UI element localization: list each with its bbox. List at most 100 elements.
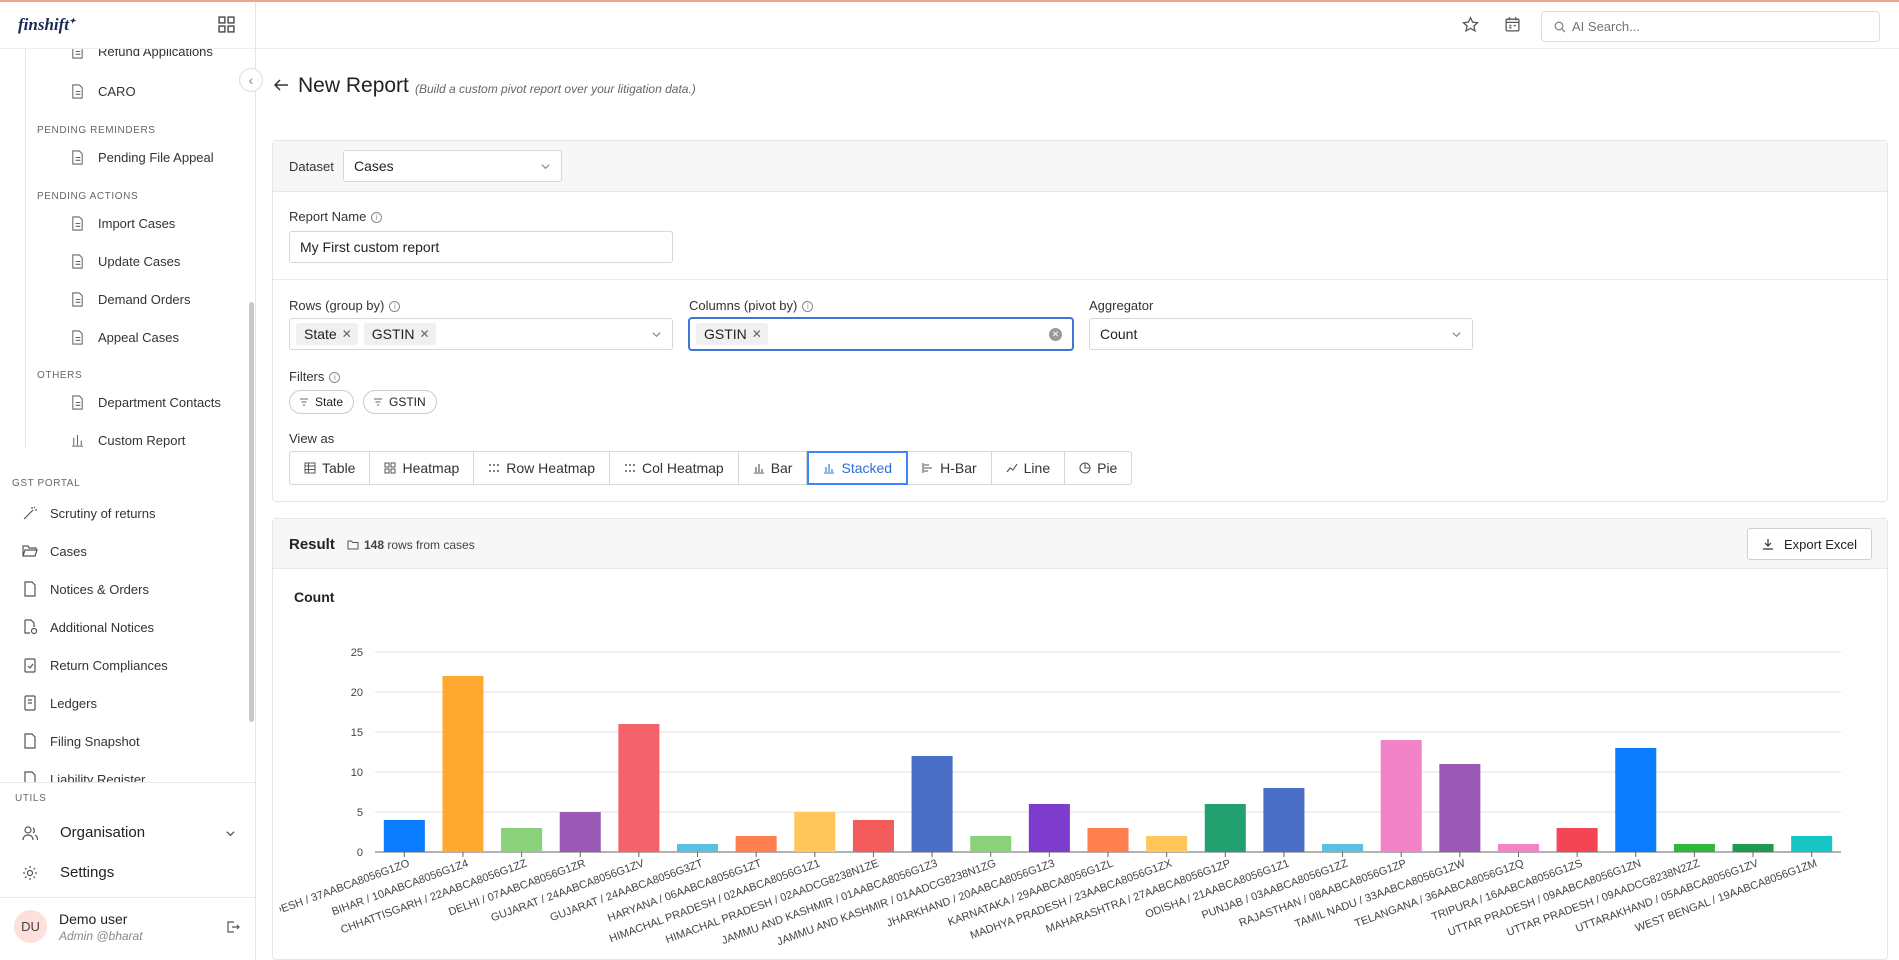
view-as-toggle-group: Table Heatmap Row Heatmap Col Heatmap Ba… bbox=[289, 451, 1133, 485]
sidebar-item-custom-report[interactable]: Custom Report bbox=[70, 433, 185, 448]
clear-icon[interactable]: ✕ bbox=[1049, 328, 1062, 341]
column-tag-gstin[interactable]: GSTIN ✕ bbox=[696, 323, 768, 345]
row-count-suffix: rows from cases bbox=[387, 538, 475, 552]
chart-bar bbox=[1497, 844, 1540, 852]
chart-bar bbox=[1732, 844, 1774, 852]
report-name-input[interactable]: My First custom report bbox=[289, 231, 673, 263]
remove-icon[interactable]: ✕ bbox=[752, 327, 762, 341]
bar-chart-icon bbox=[753, 464, 764, 474]
document-icon bbox=[72, 292, 83, 307]
document-icon bbox=[24, 733, 36, 749]
apps-grid-icon[interactable] bbox=[218, 16, 235, 33]
sidebar-item-label: CARO bbox=[98, 84, 136, 99]
document-icon bbox=[72, 49, 83, 59]
search-input[interactable] bbox=[1572, 19, 1862, 34]
sidebar-item-appeal-cases[interactable]: Appeal Cases bbox=[70, 330, 179, 345]
sidebar-item-label: Ledgers bbox=[50, 695, 97, 711]
view-heatmap-button[interactable]: Heatmap bbox=[370, 451, 475, 485]
info-icon: i bbox=[371, 212, 383, 223]
remove-icon[interactable]: ✕ bbox=[420, 327, 430, 341]
chart-bar bbox=[1263, 788, 1305, 852]
aggregator-select[interactable]: Count bbox=[1089, 318, 1473, 350]
sidebar-item-import-cases[interactable]: Import Cases bbox=[70, 216, 175, 231]
view-line-button[interactable]: Line bbox=[991, 451, 1066, 485]
result-title: Result bbox=[289, 536, 335, 553]
aggregator-label: Aggregator bbox=[1089, 298, 1154, 313]
remove-icon[interactable]: ✕ bbox=[342, 327, 352, 341]
sidebar-item-label: Additional Notices bbox=[50, 619, 155, 635]
folder-icon bbox=[347, 540, 359, 550]
sidebar-scrollbar[interactable] bbox=[249, 302, 254, 722]
pie-chart-icon bbox=[1079, 462, 1091, 474]
view-stacked-button[interactable]: Stacked bbox=[807, 451, 909, 485]
filter-chip-state[interactable]: State bbox=[289, 390, 355, 414]
document-icon bbox=[24, 581, 36, 597]
sidebar-item-cases[interactable]: Cases bbox=[22, 543, 87, 559]
sidebar-item-pending-file-appeal[interactable]: Pending File Appeal bbox=[70, 150, 214, 165]
chart-title: Count bbox=[294, 589, 335, 605]
view-hbar-button[interactable]: H-Bar bbox=[908, 451, 992, 485]
sidebar-item-department-contacts[interactable]: Department Contacts bbox=[70, 395, 221, 410]
view-pie-button[interactable]: Pie bbox=[1065, 451, 1133, 485]
document-icon bbox=[72, 254, 83, 269]
org-icon bbox=[22, 825, 38, 840]
row-tag-state[interactable]: State ✕ bbox=[296, 323, 358, 345]
info-icon: i bbox=[802, 301, 814, 312]
chart-bar bbox=[735, 836, 777, 852]
section-pending-reminders: PENDING REMINDERS bbox=[37, 125, 156, 136]
chart-bar bbox=[618, 724, 660, 852]
search-icon bbox=[1554, 21, 1566, 32]
sidebar-item-scrutiny-of-returns[interactable]: Scrutiny of returns bbox=[22, 505, 156, 521]
chart-bar bbox=[1322, 844, 1364, 852]
sidebar-item-label: Appeal Cases bbox=[98, 330, 179, 345]
sidebar-item-label: Update Cases bbox=[98, 254, 181, 269]
ai-search-box[interactable] bbox=[1541, 11, 1880, 42]
sidebar-item-demand-orders[interactable]: Demand Orders bbox=[70, 292, 190, 307]
dataset-value: Cases bbox=[354, 158, 394, 174]
sidebar-item-label: Settings bbox=[60, 864, 115, 881]
dataset-select[interactable]: Cases bbox=[343, 150, 562, 182]
sidebar-item-label: Pending File Appeal bbox=[98, 150, 214, 165]
sidebar-item-liability-register[interactable]: Liability Register bbox=[22, 771, 145, 782]
app-logo[interactable]: finshift✦ bbox=[18, 15, 76, 35]
sidebar-item-refund-applications[interactable]: Refund Applications bbox=[70, 49, 213, 59]
sidebar-item-return-compliances[interactable]: Return Compliances bbox=[22, 657, 168, 673]
view-bar-button[interactable]: Bar bbox=[738, 451, 808, 485]
view-col-heatmap-button[interactable]: Col Heatmap bbox=[609, 451, 739, 485]
sidebar-item-ledgers[interactable]: Ledgers bbox=[22, 695, 97, 711]
y-tick-label: 5 bbox=[357, 807, 363, 819]
result-panel: Result 148 rows from cases Export Excel … bbox=[272, 518, 1888, 960]
row-tag-gstin[interactable]: GSTIN ✕ bbox=[363, 323, 436, 345]
chart-bar bbox=[794, 812, 836, 852]
view-row-heatmap-button[interactable]: Row Heatmap bbox=[474, 451, 610, 485]
ledger-icon bbox=[24, 695, 36, 711]
bar-chart-icon bbox=[71, 434, 84, 447]
logout-icon[interactable] bbox=[226, 920, 240, 934]
sidebar-item-caro[interactable]: CARO bbox=[70, 84, 136, 99]
export-excel-button[interactable]: Export Excel bbox=[1747, 528, 1872, 560]
info-icon: i bbox=[329, 372, 341, 383]
view-table-button[interactable]: Table bbox=[289, 451, 371, 485]
avatar: DU bbox=[14, 910, 47, 943]
sidebar-item-filing-snapshot[interactable]: Filing Snapshot bbox=[22, 733, 140, 749]
sidebar-item-organisation[interactable]: Organisation bbox=[22, 824, 236, 841]
rows-label: Rows (group by) i bbox=[289, 298, 401, 313]
user-profile[interactable]: DU Demo user Admin @bharat bbox=[14, 910, 143, 943]
sidebar-item-notices-orders[interactable]: Notices & Orders bbox=[22, 581, 149, 597]
rows-select[interactable]: State ✕ GSTIN ✕ bbox=[289, 318, 673, 350]
sidebar-item-settings[interactable]: Settings bbox=[22, 864, 114, 881]
collapse-sidebar-button[interactable]: ‹ bbox=[239, 68, 263, 92]
calendar-icon[interactable] bbox=[1504, 16, 1521, 33]
magic-wand-icon bbox=[23, 506, 37, 520]
sidebar-item-additional-notices[interactable]: Additional Notices bbox=[22, 619, 154, 635]
view-as-label: View as bbox=[289, 431, 335, 446]
sidebar-item-update-cases[interactable]: Update Cases bbox=[70, 254, 180, 269]
columns-select[interactable]: GSTIN ✕ ✕ bbox=[689, 318, 1073, 350]
chart-bar bbox=[1204, 804, 1246, 852]
sidebar-item-label: Cases bbox=[50, 543, 87, 559]
filter-chip-gstin[interactable]: GSTIN bbox=[363, 390, 437, 414]
y-tick-label: 15 bbox=[351, 727, 363, 739]
back-arrow-icon[interactable] bbox=[272, 76, 290, 94]
star-icon[interactable] bbox=[1462, 16, 1479, 33]
filters-label: Filters i bbox=[289, 369, 341, 384]
